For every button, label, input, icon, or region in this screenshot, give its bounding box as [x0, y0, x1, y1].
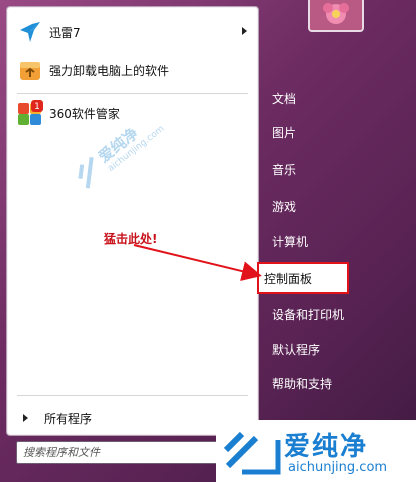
logo-text-url: aichunjing.com [288, 460, 388, 475]
annotation-arrow-icon [133, 244, 262, 281]
site-logo: 爱纯净 aichunjing.com [216, 420, 416, 482]
start-menu: 迅雷7 强力卸载电脑上的软件 1 360软件管家 爱纯净 aichunjing.… [0, 0, 416, 482]
logo-mark-icon [223, 431, 281, 475]
logo-text-cn: 爱纯净 [284, 432, 369, 462]
